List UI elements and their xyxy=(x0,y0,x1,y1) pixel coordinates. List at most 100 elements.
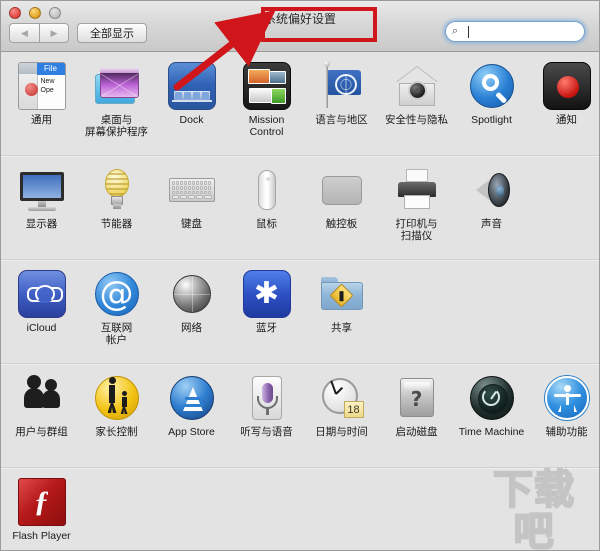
dictation-speech-icon xyxy=(243,374,291,422)
pref-label: Flash Player xyxy=(12,530,70,542)
pref-item-spotlight[interactable]: Spotlight xyxy=(454,62,529,155)
forward-button[interactable]: ▶ xyxy=(39,23,69,43)
pref-label: 键盘 xyxy=(181,218,202,230)
pref-label: 听写与语音 xyxy=(240,426,293,438)
internet-accounts-icon: @ xyxy=(93,270,141,318)
mouse-icon xyxy=(243,166,291,214)
pref-label: 鼠标 xyxy=(256,218,277,230)
pref-label: 节能器 xyxy=(101,218,133,230)
at-symbol: @ xyxy=(95,272,139,316)
startup-disk-icon: ? xyxy=(393,374,441,422)
search-input[interactable]: ⌕ xyxy=(445,21,585,42)
close-button[interactable] xyxy=(9,7,21,19)
pref-label: 共享 xyxy=(331,322,352,334)
pref-item-network[interactable]: 网络 xyxy=(154,270,229,363)
language-region-icon xyxy=(318,62,366,110)
pref-item-desktop-screensaver[interactable]: 桌面与 屏幕保护程序 xyxy=(79,62,154,155)
pref-item-bluetooth[interactable]: ✱ 蓝牙 xyxy=(229,270,304,363)
pref-item-internet-accounts[interactable]: @ 互联网 帐户 xyxy=(79,270,154,363)
desktop-screensaver-icon xyxy=(93,62,141,110)
pref-label: 通知 xyxy=(556,114,577,126)
displays-icon xyxy=(18,166,66,214)
pref-item-mission-control[interactable]: Mission Control xyxy=(229,62,304,155)
system-preferences-window: ◀ ▶ 全部显示 系统偏好设置 ⌕ File NewOpe xyxy=(0,0,600,551)
search-container: ⌕ xyxy=(445,21,585,42)
pref-label: App Store xyxy=(168,426,215,438)
time-machine-icon xyxy=(468,374,516,422)
app-store-icon xyxy=(168,374,216,422)
pref-label: 桌面与 屏幕保护程序 xyxy=(85,114,148,138)
dock-icon xyxy=(168,62,216,110)
zoom-button[interactable] xyxy=(49,7,61,19)
trackpad-icon xyxy=(318,166,366,214)
pref-label: 安全性与隐私 xyxy=(385,114,448,126)
sharing-icon xyxy=(318,270,366,318)
pref-item-icloud[interactable]: iCloud xyxy=(4,270,79,363)
prefs-row-personal: File NewOpe 通用 桌面与 屏幕保护程序 xyxy=(1,52,599,156)
date-time-icon: 18 xyxy=(318,374,366,422)
pref-label: iCloud xyxy=(27,322,57,334)
pref-item-startup-disk[interactable]: ? 启动磁盘 xyxy=(379,374,454,467)
notifications-icon xyxy=(543,62,591,110)
pref-item-sound[interactable]: 声音 xyxy=(454,166,529,259)
pref-item-app-store[interactable]: App Store xyxy=(154,374,229,467)
show-all-button[interactable]: 全部显示 xyxy=(77,23,147,43)
back-button[interactable]: ◀ xyxy=(9,23,39,43)
pref-item-trackpad[interactable]: 触控板 xyxy=(304,166,379,259)
pref-item-keyboard[interactable]: 键盘 xyxy=(154,166,229,259)
pref-label: 通用 xyxy=(31,114,52,126)
window-controls xyxy=(9,7,61,19)
pref-item-displays[interactable]: 显示器 xyxy=(4,166,79,259)
spotlight-icon xyxy=(468,62,516,110)
energy-saver-icon xyxy=(93,166,141,214)
pref-item-general[interactable]: File NewOpe 通用 xyxy=(4,62,79,155)
pref-item-language-region[interactable]: 语言与地区 xyxy=(304,62,379,155)
pref-item-notifications[interactable]: 通知 xyxy=(529,62,599,155)
flash-f-glyph: ƒ xyxy=(18,478,66,526)
pref-item-security-privacy[interactable]: 安全性与隐私 xyxy=(379,62,454,155)
pref-item-energy-saver[interactable]: 节能器 xyxy=(79,166,154,259)
pref-label: 启动磁盘 xyxy=(396,426,438,438)
calendar-day: 18 xyxy=(344,401,364,418)
users-groups-icon xyxy=(18,374,66,422)
printers-scanners-icon xyxy=(393,166,441,214)
question-mark: ? xyxy=(393,387,441,411)
pref-item-time-machine[interactable]: Time Machine xyxy=(454,374,529,467)
pref-label: 语言与地区 xyxy=(315,114,368,126)
pref-item-dictation-speech[interactable]: 听写与语音 xyxy=(229,374,304,467)
pref-label: 家长控制 xyxy=(96,426,138,438)
security-privacy-icon xyxy=(393,62,441,110)
pref-item-date-time[interactable]: 18 日期与时间 xyxy=(304,374,379,467)
minimize-button[interactable] xyxy=(29,7,41,19)
bluetooth-icon: ✱ xyxy=(243,270,291,318)
search-icon: ⌕ xyxy=(452,25,465,38)
network-icon xyxy=(168,270,216,318)
pref-label: Time Machine xyxy=(459,426,525,438)
pref-label: 触控板 xyxy=(326,218,358,230)
keyboard-icon xyxy=(168,166,216,214)
pref-item-dock[interactable]: Dock xyxy=(154,62,229,155)
prefs-row-other: ƒ Flash Player 下载吧 www.xiazaiba.com xyxy=(1,468,599,551)
pref-item-parental-controls[interactable]: 家长控制 xyxy=(79,374,154,467)
pref-item-accessibility[interactable]: 辅助功能 xyxy=(529,374,599,467)
pref-label: 日期与时间 xyxy=(315,426,368,438)
pref-label: 用户与群组 xyxy=(15,426,68,438)
pref-item-mouse[interactable]: 鼠标 xyxy=(229,166,304,259)
pref-item-printers-scanners[interactable]: 打印机与 扫描仪 xyxy=(379,166,454,259)
pref-label: 声音 xyxy=(481,218,502,230)
prefs-row-hardware: 显示器 节能器 xyxy=(1,156,599,260)
preferences-grid: File NewOpe 通用 桌面与 屏幕保护程序 xyxy=(1,52,599,551)
pref-item-flash-player[interactable]: ƒ Flash Player xyxy=(4,478,79,551)
general-icon: File NewOpe xyxy=(18,62,66,110)
prefs-row-internet: iCloud @ 互联网 帐户 网络 ✱ 蓝牙 xyxy=(1,260,599,364)
pref-label: Dock xyxy=(180,114,204,126)
bluetooth-glyph: ✱ xyxy=(243,270,291,318)
pref-item-sharing[interactable]: 共享 xyxy=(304,270,379,363)
pref-label: 打印机与 扫描仪 xyxy=(396,218,438,242)
sound-icon xyxy=(468,166,516,214)
accessibility-icon xyxy=(543,374,591,422)
pref-label: 显示器 xyxy=(26,218,58,230)
pref-item-users-groups[interactable]: 用户与群组 xyxy=(4,374,79,467)
mission-control-icon xyxy=(243,62,291,110)
pref-label: 辅助功能 xyxy=(546,426,588,438)
